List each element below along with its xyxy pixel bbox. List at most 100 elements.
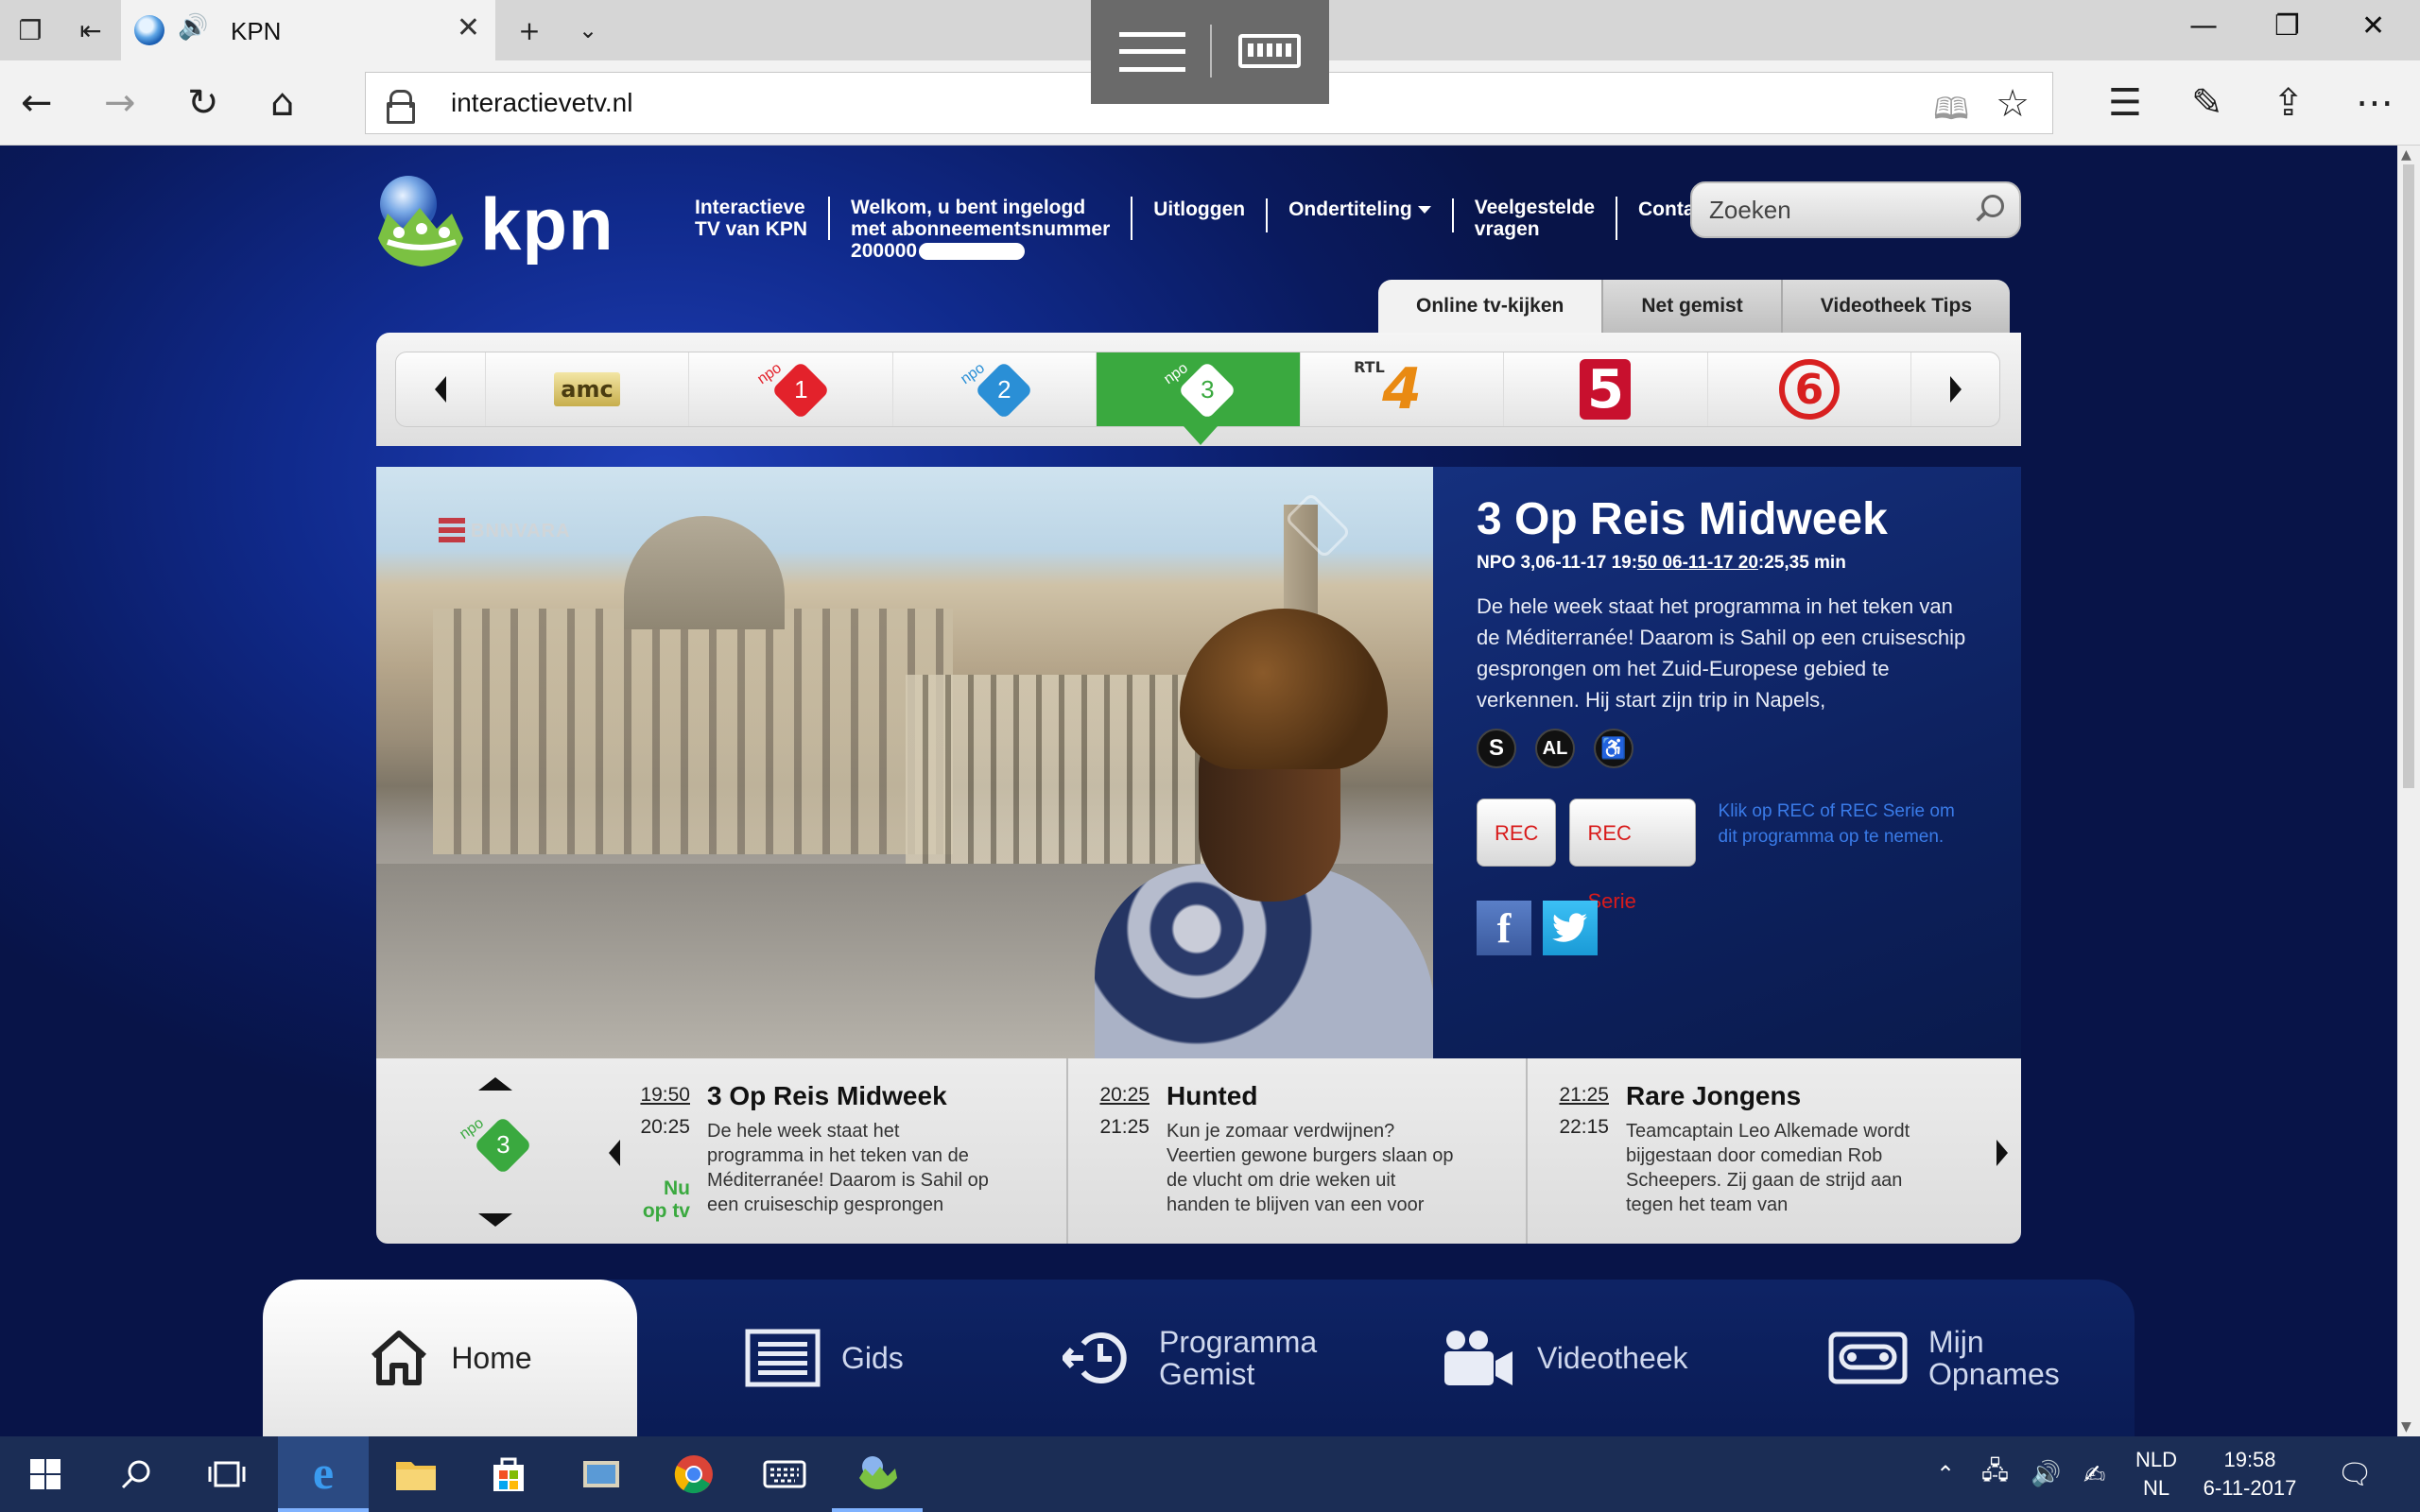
close-window-icon[interactable]: ✕: [2361, 9, 2385, 43]
nav-subtitles-dropdown[interactable]: Ondertiteling: [1268, 198, 1454, 232]
set-aside-tabs-icon[interactable]: ⇤: [74, 13, 108, 47]
restore-icon[interactable]: ❐: [2274, 9, 2300, 43]
search-icon[interactable]: [1981, 195, 2004, 217]
photos-app-icon[interactable]: [556, 1436, 647, 1512]
nav-faq[interactable]: Veelgestelde vragen: [1454, 197, 1618, 240]
program-meta-link[interactable]: 50 06-11-17 20: [1637, 553, 1758, 573]
menu-videotheek[interactable]: Videotheek: [1441, 1280, 1688, 1436]
epg-title: Rare Jongens: [1626, 1081, 1802, 1110]
channel-npo3[interactable]: npo 3: [1096, 352, 1300, 445]
volume-icon[interactable]: 🔊: [2031, 1436, 2061, 1512]
tab-net-gemist[interactable]: Net gemist: [1603, 280, 1783, 333]
epg-up-arrow-icon[interactable]: [478, 1077, 512, 1091]
clock[interactable]: 19:58 6-11-2017: [2184, 1446, 2316, 1503]
edge-app-icon[interactable]: e: [278, 1436, 369, 1512]
task-view-icon[interactable]: [182, 1436, 272, 1512]
clock-time: 19:58: [2223, 1448, 2276, 1471]
tab-preview-chevron-icon[interactable]: ⌄: [571, 13, 605, 47]
tab-videotheek-tips[interactable]: Videotheek Tips: [1782, 280, 2011, 333]
pen-workspace-icon[interactable]: ✍: [2083, 1436, 2105, 1512]
scroll-up-icon[interactable]: ▲: [2401, 147, 2411, 163]
channel-sbs6[interactable]: 6: [1706, 352, 1910, 426]
speaker-icon[interactable]: 🔊: [178, 13, 208, 42]
amc-logo: amc: [554, 372, 621, 406]
epg-start: 19:50: [640, 1084, 690, 1106]
epg-item[interactable]: 20:25 21:25 Hunted Kun je zomaar verdwijn…: [1091, 1079, 1469, 1230]
channel-next-button[interactable]: [1910, 352, 1999, 426]
tab-title: KPN: [231, 17, 282, 45]
favorite-star-icon[interactable]: ☆: [1996, 82, 2030, 126]
gemist-line: Gemist: [1159, 1357, 1255, 1391]
cassette-icon: [1828, 1332, 1908, 1384]
forward-icon[interactable]: →: [104, 81, 136, 125]
page-scrollbar[interactable]: ▲ ▼: [2397, 146, 2420, 1436]
menu-mijn-opnames[interactable]: Mijn Opnames: [1828, 1280, 2060, 1436]
search-icon[interactable]: [91, 1436, 182, 1512]
menu-home[interactable]: Home: [263, 1280, 637, 1436]
video-player[interactable]: BNNVARA: [376, 467, 1433, 1058]
kpn-logo[interactable]: kpn: [371, 172, 635, 278]
reading-view-icon[interactable]: 🕮: [1933, 88, 1969, 139]
more-icon[interactable]: ⋯: [2356, 81, 2394, 125]
chrome-icon[interactable]: [648, 1436, 739, 1512]
home-icon[interactable]: ⌂: [270, 81, 294, 125]
web-note-icon[interactable]: ✎: [2191, 81, 2223, 125]
keyboard-icon[interactable]: [1238, 34, 1301, 68]
faq-line2: vragen: [1474, 218, 1540, 240]
channel-amc[interactable]: amc: [484, 352, 688, 426]
refresh-icon[interactable]: ↻: [187, 81, 219, 125]
nav-interactieve-tv[interactable]: Interactieve TV van KPN: [695, 197, 831, 240]
channel-rtl5[interactable]: 5: [1503, 352, 1706, 426]
channel-rtl4[interactable]: RTL 4: [1299, 352, 1503, 426]
action-center-icon[interactable]: 🗨: [2337, 1436, 2373, 1512]
facebook-icon[interactable]: f: [1477, 901, 1531, 955]
share-icon[interactable]: ⇪: [2273, 81, 2305, 125]
twitter-icon[interactable]: [1543, 901, 1598, 955]
epg-item-now[interactable]: 19:50 20:25 Nu op tv 3 Op Reis Midweek De …: [631, 1079, 1010, 1230]
file-explorer-icon[interactable]: [371, 1436, 461, 1512]
tab-list-icon[interactable]: ❐: [13, 13, 47, 47]
npo1-number: 1: [793, 375, 808, 404]
opnames-line: Opnames: [1928, 1357, 2060, 1391]
menu-programma-gemist[interactable]: Programma Gemist: [1063, 1280, 1317, 1436]
tab-online-tv-kijken[interactable]: Online tv-kijken: [1378, 280, 1604, 333]
epg-desc: Kun je zomaar verdwijnen? Veertien gewon…: [1167, 1121, 1454, 1215]
store-icon[interactable]: [463, 1436, 554, 1512]
rec-serie-button[interactable]: REC Serie: [1569, 799, 1696, 913]
subtitles-badge-icon: S: [1477, 729, 1516, 768]
back-icon[interactable]: ←: [21, 81, 53, 125]
epg-item[interactable]: 21:25 22:15 Rare Jongens Teamcaptain Leo …: [1550, 1079, 1928, 1230]
channel-npo2[interactable]: npo 2: [891, 352, 1096, 426]
channel-prev-button[interactable]: [396, 352, 485, 426]
epg-prev-arrow-icon[interactable]: [609, 1140, 620, 1166]
touch-keyboard-app-icon[interactable]: [739, 1436, 830, 1512]
program-info: 3 Op Reis Midweek NPO 3,06-11-17 19:50 0…: [1433, 467, 2021, 1058]
network-icon[interactable]: 🖧: [1981, 1436, 2009, 1512]
url-text[interactable]: interactievetv.nl: [451, 88, 632, 118]
epg-next-arrow-icon[interactable]: [1996, 1140, 2008, 1166]
browser-tab[interactable]: 🔊 KPN ✕: [121, 0, 495, 60]
start-windows-icon[interactable]: [0, 1436, 91, 1512]
scroll-down-icon[interactable]: ▼: [2401, 1419, 2411, 1435]
epg-down-arrow-icon[interactable]: [478, 1213, 512, 1227]
new-tab-icon[interactable]: +: [512, 13, 546, 47]
scroll-thumb[interactable]: [2403, 164, 2414, 788]
kpn-app-icon[interactable]: [832, 1436, 923, 1512]
rec-button[interactable]: REC: [1477, 799, 1557, 867]
nav-logout[interactable]: Uitloggen: [1132, 198, 1269, 232]
minimize-icon[interactable]: —: [2189, 9, 2218, 43]
welcome-line2: met abonneementsnummer: [851, 218, 1111, 240]
show-hidden-icons-icon[interactable]: ⌃: [1936, 1436, 1955, 1512]
search-input[interactable]: [1709, 193, 1974, 227]
kpn-wordmark: kpn: [480, 182, 614, 266]
caret-down-icon: [1417, 206, 1431, 215]
epg-start: 20:25: [1099, 1084, 1150, 1106]
channel-npo1[interactable]: npo 1: [688, 352, 891, 426]
favorites-hub-icon[interactable]: ☰: [2108, 81, 2142, 125]
menu-icon[interactable]: [1119, 32, 1185, 72]
epg-end: 22:15: [1559, 1116, 1609, 1138]
close-tab-icon[interactable]: ✕: [457, 11, 480, 44]
language-indicator[interactable]: NLD NL: [2123, 1446, 2189, 1503]
menu-gids[interactable]: Gids: [745, 1280, 904, 1436]
home-icon: [368, 1328, 430, 1388]
